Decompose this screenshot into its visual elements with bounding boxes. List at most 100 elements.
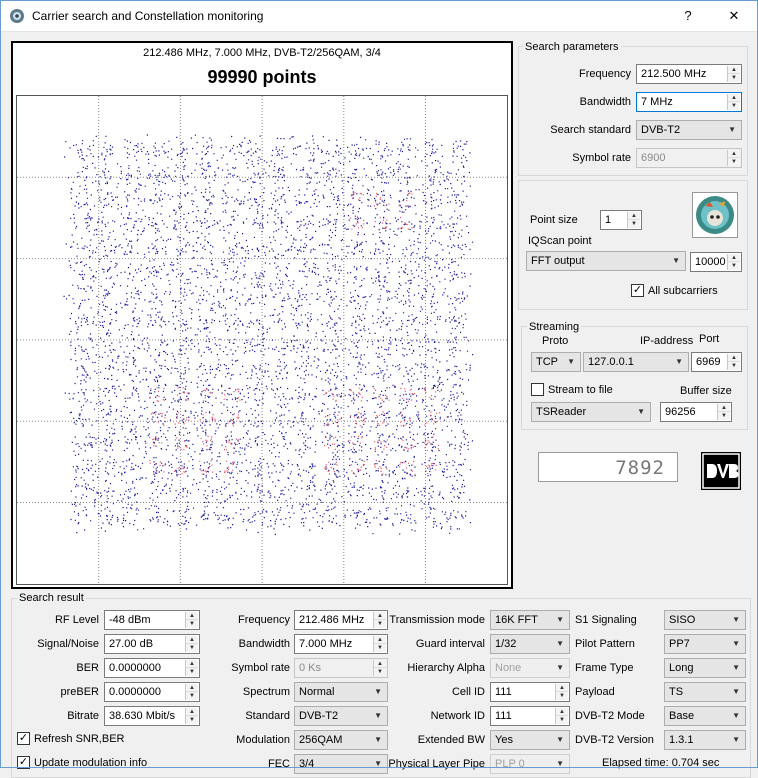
col1-value-4[interactable]: 38.630 Mbit/s ▲ ▼ bbox=[104, 706, 200, 726]
stream-to-file-checkbox[interactable] bbox=[531, 383, 544, 396]
astronaut-logo-icon[interactable] bbox=[692, 192, 738, 238]
spinner-icon[interactable]: ▲ ▼ bbox=[185, 612, 198, 628]
chevron-down-icon: ▼ bbox=[732, 735, 740, 744]
col2-value-1[interactable]: 7.000 MHz ▲ ▼ bbox=[294, 634, 388, 654]
stream-to-file-label: Stream to file bbox=[548, 384, 613, 396]
point-size-label: Point size bbox=[530, 214, 578, 226]
col1-label-2: BER bbox=[76, 662, 99, 674]
chevron-down-icon: ▼ bbox=[556, 615, 564, 624]
col2-value-4[interactable]: DVB-T2 ▼ bbox=[294, 706, 388, 726]
title-bar: Carrier search and Constellation monitor… bbox=[0, 0, 758, 32]
col2-value-2[interactable]: 0 Ks ▲ ▼ bbox=[294, 658, 388, 678]
col3-label-5: Extended BW bbox=[417, 734, 485, 746]
col1-label-1: Signal/Noise bbox=[37, 638, 99, 650]
col2-value-3[interactable]: Normal ▼ bbox=[294, 682, 388, 702]
constellation-canvas bbox=[17, 96, 507, 584]
proto-select[interactable]: TCP ▼ bbox=[531, 352, 581, 372]
reader-select[interactable]: TSReader ▼ bbox=[531, 402, 651, 422]
col2-label-6: FEC bbox=[268, 758, 290, 770]
col4-value-5[interactable]: 1.3.1 ▼ bbox=[664, 730, 746, 750]
col4-value-3[interactable]: TS ▼ bbox=[664, 682, 746, 702]
bandwidth-label: Bandwidth bbox=[579, 96, 631, 108]
col4-value-4[interactable]: Base ▼ bbox=[664, 706, 746, 726]
close-button[interactable]: ✕ bbox=[714, 4, 754, 28]
col2-value-0[interactable]: 212.486 MHz ▲ ▼ bbox=[294, 610, 388, 630]
port-input[interactable]: 6969 ▲ ▼ bbox=[691, 352, 742, 372]
spinner-icon[interactable]: ▲ ▼ bbox=[373, 660, 386, 676]
help-button[interactable]: ? bbox=[668, 4, 708, 28]
col3-value-3[interactable]: 111 ▲ ▼ bbox=[490, 682, 570, 702]
chevron-down-icon: ▼ bbox=[374, 735, 382, 744]
buffer-size-input[interactable]: 96256 ▲ ▼ bbox=[660, 402, 732, 422]
chevron-down-icon: ▼ bbox=[556, 735, 564, 744]
app-icon bbox=[10, 9, 24, 23]
search-standard-label: Search standard bbox=[550, 124, 631, 136]
window-title: Carrier search and Constellation monitor… bbox=[32, 9, 264, 23]
constellation-panel: 212.486 MHz, 7.000 MHz, DVB-T2/256QAM, 3… bbox=[11, 41, 513, 589]
buffer-size-spinner[interactable]: ▲ ▼ bbox=[717, 404, 730, 420]
port-label: Port bbox=[699, 333, 720, 345]
constellation-plot[interactable] bbox=[16, 95, 508, 585]
frequency-label: Frequency bbox=[579, 68, 631, 80]
spinner-icon[interactable]: ▲ ▼ bbox=[555, 708, 568, 724]
chevron-down-icon: ▼ bbox=[374, 711, 382, 720]
spinner-icon[interactable]: ▲ ▼ bbox=[185, 708, 198, 724]
search-standard-select[interactable]: DVB-T2 ▼ bbox=[636, 120, 742, 140]
col4-label-2: Frame Type bbox=[575, 662, 634, 674]
col1-value-3[interactable]: 0.0000000 ▲ ▼ bbox=[104, 682, 200, 702]
col4-label-0: S1 Signaling bbox=[575, 614, 637, 626]
col3-label-1: Guard interval bbox=[415, 638, 485, 650]
frequency-input[interactable]: 212.500 MHz ▲ ▼ bbox=[636, 64, 742, 84]
col3-value-2[interactable]: None ▼ bbox=[490, 658, 570, 678]
col3-value-1[interactable]: 1/32 ▼ bbox=[490, 634, 570, 654]
update-modulation-checkbox[interactable]: ✓ bbox=[17, 756, 30, 769]
col4-label-4: DVB-T2 Mode bbox=[575, 710, 645, 722]
col3-label-6: Physical Layer Pipe bbox=[388, 758, 485, 770]
col4-value-2[interactable]: Long ▼ bbox=[664, 658, 746, 678]
frequency-spinner[interactable]: ▲ ▼ bbox=[727, 66, 740, 82]
spinner-icon[interactable]: ▲ ▼ bbox=[185, 684, 198, 700]
col4-value-0[interactable]: SISO ▼ bbox=[664, 610, 746, 630]
chevron-down-icon: ▼ bbox=[728, 125, 736, 134]
point-size-input[interactable]: 1 ▲ ▼ bbox=[600, 210, 642, 230]
col4-label-5: DVB-T2 Version bbox=[575, 734, 654, 746]
spinner-icon[interactable]: ▲ ▼ bbox=[555, 684, 568, 700]
spinner-icon[interactable]: ▲ ▼ bbox=[373, 612, 386, 628]
iqscan-select[interactable]: FFT output ▼ bbox=[526, 251, 686, 271]
col3-label-2: Hierarchy Alpha bbox=[407, 662, 485, 674]
spinner-icon[interactable]: ▲ ▼ bbox=[373, 636, 386, 652]
col3-value-6[interactable]: PLP 0 ▼ bbox=[490, 754, 570, 774]
col1-label-4: Bitrate bbox=[67, 710, 99, 722]
bandwidth-input[interactable]: 7 MHz ▲ ▼ bbox=[636, 92, 742, 112]
chevron-down-icon: ▼ bbox=[637, 407, 645, 416]
iqscan-count-input[interactable]: 10000 ▲ ▼ bbox=[690, 252, 742, 272]
col1-value-0[interactable]: -48 dBm ▲ ▼ bbox=[104, 610, 200, 630]
symbol-rate-spinner[interactable]: ▲ ▼ bbox=[727, 150, 740, 166]
plot-info: 212.486 MHz, 7.000 MHz, DVB-T2/256QAM, 3… bbox=[143, 47, 381, 59]
col4-value-1[interactable]: PP7 ▼ bbox=[664, 634, 746, 654]
port-spinner[interactable]: ▲ ▼ bbox=[727, 354, 740, 370]
bandwidth-spinner[interactable]: ▲ ▼ bbox=[727, 94, 740, 110]
chevron-down-icon: ▼ bbox=[675, 357, 683, 366]
col1-value-2[interactable]: 0.0000000 ▲ ▼ bbox=[104, 658, 200, 678]
col3-value-5[interactable]: Yes ▼ bbox=[490, 730, 570, 750]
point-size-spinner[interactable]: ▲ ▼ bbox=[627, 212, 640, 228]
spinner-icon[interactable]: ▲ ▼ bbox=[185, 660, 198, 676]
chevron-down-icon: ▼ bbox=[556, 639, 564, 648]
col1-label-0: RF Level bbox=[54, 614, 99, 626]
col3-value-0[interactable]: 16K FFT ▼ bbox=[490, 610, 570, 630]
col2-label-4: Standard bbox=[245, 710, 290, 722]
refresh-snr-ber-checkbox[interactable]: ✓ bbox=[17, 732, 30, 745]
col2-value-5[interactable]: 256QAM ▼ bbox=[294, 730, 388, 750]
all-subcarriers-checkbox[interactable]: ✓ bbox=[631, 284, 644, 297]
col1-value-1[interactable]: 27.00 dB ▲ ▼ bbox=[104, 634, 200, 654]
chevron-down-icon: ▼ bbox=[374, 759, 382, 768]
spinner-icon[interactable]: ▲ ▼ bbox=[185, 636, 198, 652]
symbol-rate-label: Symbol rate bbox=[572, 152, 631, 164]
col3-value-4[interactable]: 111 ▲ ▼ bbox=[490, 706, 570, 726]
ip-address-select[interactable]: 127.0.0.1 ▼ bbox=[583, 352, 689, 372]
iqscan-count-spinner[interactable]: ▲ ▼ bbox=[727, 254, 740, 270]
symbol-rate-input[interactable]: 6900 ▲ ▼ bbox=[636, 148, 742, 168]
col2-value-6[interactable]: 3/4 ▼ bbox=[294, 754, 388, 774]
col4-label-3: Payload bbox=[575, 686, 615, 698]
